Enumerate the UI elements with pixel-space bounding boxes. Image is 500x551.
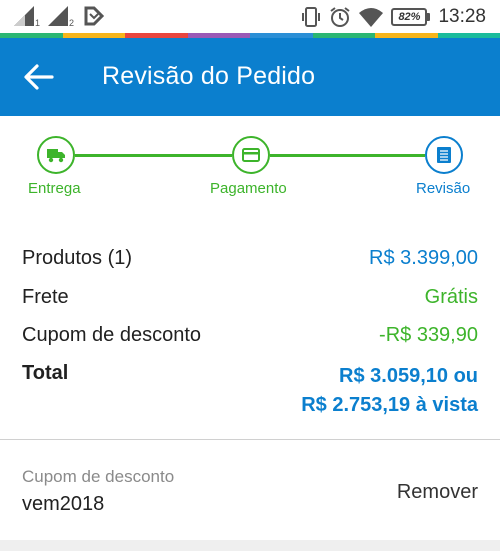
shipping-label: Frete <box>22 286 69 308</box>
app-bar: Revisão do Pedido <box>0 38 500 116</box>
step-revisao[interactable] <box>425 136 463 174</box>
step-label-revisao: Revisão <box>416 180 471 197</box>
total-cash: R$ 2.753,19 à vista <box>301 394 478 416</box>
coupon-code: vem2018 <box>22 493 105 515</box>
status-bar: 1 2 82% 13:28 <box>0 0 500 33</box>
credit-card-icon <box>242 148 260 162</box>
remove-coupon-button[interactable]: Remover <box>397 481 478 504</box>
data-icon <box>84 6 105 26</box>
vibrate-icon <box>301 6 321 28</box>
arrow-back-icon <box>24 64 54 90</box>
step-connector <box>270 154 425 157</box>
summary-row-discount: Cupom de desconto -R$ 339,90 <box>22 324 480 354</box>
step-connector <box>75 154 232 157</box>
coupon-section: Cupom de desconto vem2018 Remover <box>0 440 500 540</box>
products-label: Produtos (1) <box>22 247 133 269</box>
step-entrega[interactable] <box>37 136 75 174</box>
battery-icon: 82% <box>391 8 431 26</box>
shipping-value: Grátis <box>424 286 478 308</box>
step-pagamento[interactable] <box>232 136 270 174</box>
list-icon <box>437 147 451 163</box>
wifi-icon <box>359 7 384 27</box>
summary-row-shipping: Frete Grátis <box>22 286 480 316</box>
signal-icon: 2 <box>48 6 74 28</box>
step-label-pagamento: Pagamento <box>210 180 287 197</box>
status-left-icons: 1 2 <box>14 6 105 28</box>
summary-row-products: Produtos (1) R$ 3.399,00 <box>22 247 480 277</box>
coupon-caption: Cupom de desconto <box>22 467 175 486</box>
back-button[interactable] <box>22 62 56 92</box>
total-label: Total <box>22 362 69 384</box>
bottom-strip <box>0 540 500 551</box>
truck-icon <box>47 149 65 163</box>
status-right-icons: 82% 13:28 <box>301 6 486 28</box>
discount-label: Cupom de desconto <box>22 324 202 346</box>
page-title: Revisão do Pedido <box>102 62 316 90</box>
alarm-icon <box>329 6 351 28</box>
discount-value: -R$ 339,90 <box>379 324 478 346</box>
products-value: R$ 3.399,00 <box>369 247 478 269</box>
sim2-label: 2 <box>68 18 74 28</box>
total-installments: R$ 3.059,10 ou <box>339 365 478 387</box>
battery-level: 82% <box>391 8 428 26</box>
total-value: R$ 3.059,10 ou R$ 2.753,19 à vista <box>301 362 478 420</box>
sim1-label: 1 <box>34 18 40 28</box>
step-label-entrega: Entrega <box>28 180 81 197</box>
summary-row-total: Total R$ 3.059,10 ou R$ 2.753,19 à vista <box>22 362 480 422</box>
signal-icon: 1 <box>14 6 40 28</box>
status-time: 13:28 <box>438 6 486 27</box>
checkout-stepper: Entrega Pagamento Revisão <box>0 116 500 216</box>
